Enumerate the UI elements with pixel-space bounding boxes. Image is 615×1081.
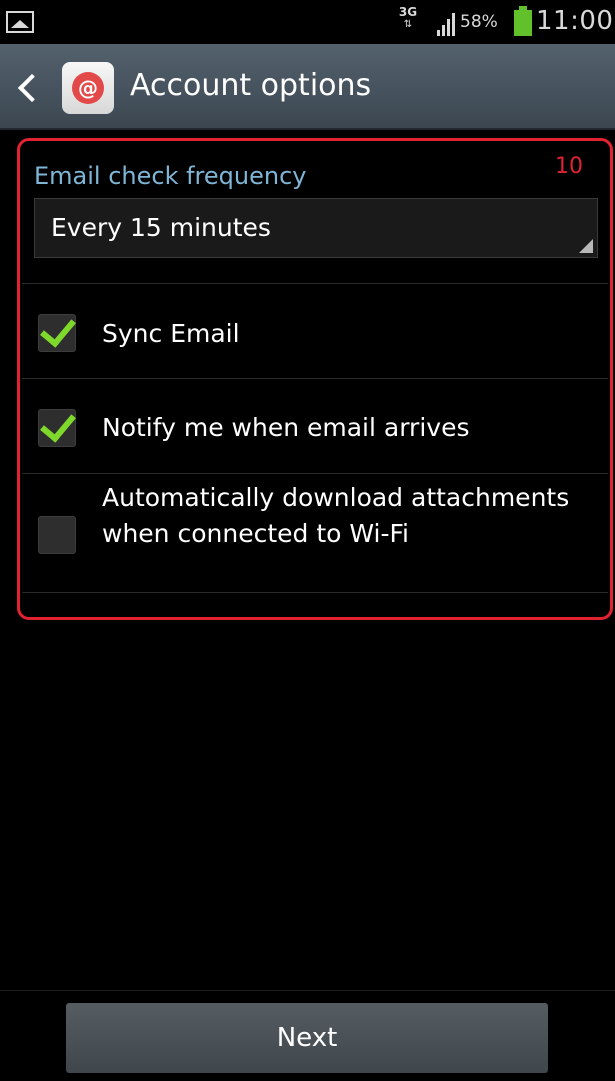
next-button[interactable]: Next (66, 1003, 548, 1073)
check-icon (40, 405, 76, 443)
email-check-frequency-value: Every 15 minutes (51, 213, 271, 242)
data-activity-icon: ⇅ (403, 19, 413, 30)
bottom-bar: Next (0, 990, 615, 1081)
notify-email-checkbox[interactable] (38, 405, 76, 447)
page-title: Account options (130, 68, 372, 103)
at-sign-icon: @ (72, 72, 104, 104)
status-bar: 3G ⇅ 58% 11:00 (0, 0, 615, 44)
divider (22, 592, 608, 593)
email-check-frequency-label: Email check frequency (34, 162, 307, 190)
battery-percentage: 58% (460, 12, 498, 32)
auto-download-checkbox[interactable] (38, 516, 76, 554)
divider (22, 473, 608, 474)
sync-email-checkbox[interactable] (38, 310, 76, 352)
action-bar: @ Account options (0, 44, 615, 130)
gallery-icon (6, 11, 34, 33)
divider (22, 378, 608, 379)
battery-icon (514, 6, 532, 36)
email-check-frequency-select[interactable]: Every 15 minutes (34, 198, 598, 258)
signal-icon (437, 13, 455, 36)
check-icon (40, 310, 76, 348)
divider (22, 283, 608, 284)
sync-email-label[interactable]: Sync Email (102, 316, 240, 352)
auto-download-label[interactable]: Automatically download attachments when … (102, 480, 602, 552)
annotation-number: 10 (555, 154, 583, 179)
back-icon[interactable] (17, 73, 47, 103)
clock: 11:00 (536, 6, 614, 36)
network-type: 3G (398, 5, 418, 19)
email-app-icon[interactable]: @ (62, 62, 114, 114)
account-options-content: 10 Email check frequency Every 15 minute… (0, 130, 615, 990)
dropdown-icon (579, 239, 593, 253)
notify-email-label[interactable]: Notify me when email arrives (102, 410, 469, 446)
